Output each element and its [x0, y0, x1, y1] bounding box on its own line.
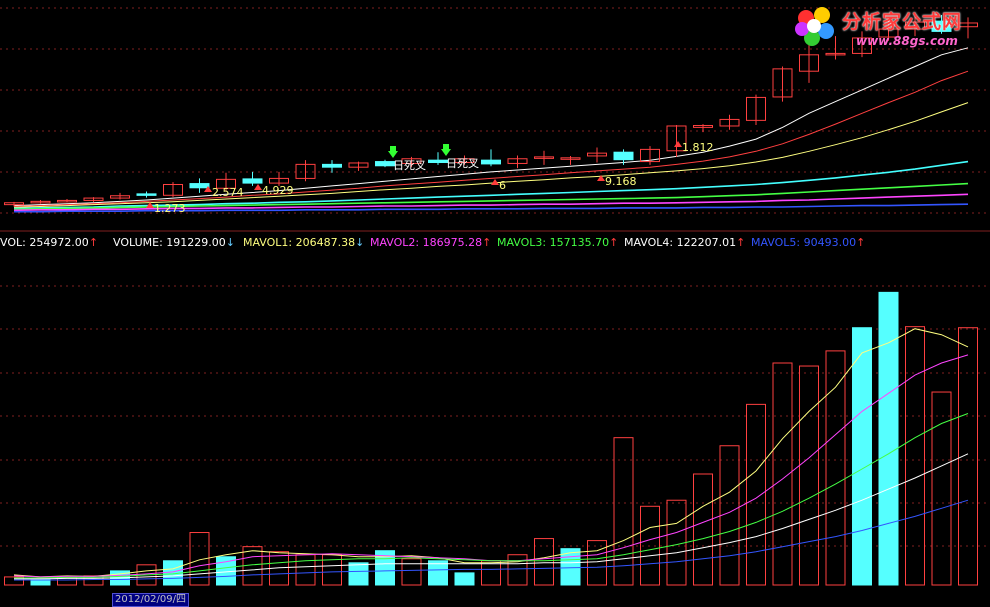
price-ma-lines — [13, 47, 969, 213]
chart-canvas: 1.273 2.574 4.929 1.812 9.168 6 日死叉 日死叉 — [0, 7, 990, 586]
volume-grid — [0, 285, 990, 547]
logo-title: 分析家公式网 — [842, 11, 963, 33]
volume-bar — [799, 365, 819, 586]
candle — [83, 197, 104, 202]
candle — [507, 155, 528, 169]
down-arrow-icon — [388, 151, 398, 158]
up-arrow-icon — [674, 141, 682, 147]
candle-body — [481, 159, 501, 165]
price-ma-line — [13, 70, 969, 207]
down-arrow-icon — [441, 149, 451, 156]
down-arrow-icon — [390, 146, 396, 151]
candle — [110, 192, 130, 200]
price-label: 1.812 — [682, 141, 714, 154]
down-arrow-icon: ↓ — [225, 236, 235, 249]
volume-bar — [401, 558, 422, 586]
legend-item-mavol3: MAVOL3: 157135.70↑ — [497, 236, 619, 249]
mavol-line — [14, 453, 969, 580]
candle — [348, 161, 369, 171]
volume-bar — [746, 403, 766, 586]
volume-bar — [852, 327, 872, 586]
volume-bar — [295, 554, 316, 586]
volume-bar — [905, 326, 925, 586]
price-label: 4.929 — [262, 184, 294, 197]
mavol-lines — [13, 328, 969, 581]
price-ma-line — [13, 47, 969, 207]
up-arrow-icon: ↑ — [609, 236, 619, 249]
candle — [136, 191, 157, 198]
flower-logo-icon — [795, 7, 834, 46]
legend-item-mavol2: MAVOL2: 186975.28↑ — [370, 236, 492, 249]
candle — [534, 150, 554, 165]
up-arrow-icon: ↑ — [856, 236, 866, 249]
cross-annotation: 日死叉 — [446, 157, 479, 170]
volume-bar — [878, 291, 899, 586]
volume-bar — [507, 554, 528, 586]
candle — [295, 160, 316, 182]
legend-item-volume: VOLUME: 191229.00↓ — [113, 236, 235, 249]
price-label: 1.273 — [154, 202, 186, 215]
candle-body — [136, 193, 157, 196]
price-label: 9.168 — [605, 175, 637, 188]
down-arrow-icon: ↓ — [355, 236, 365, 249]
volume-bar — [428, 560, 448, 586]
mavol-line — [13, 354, 969, 578]
site-logo: 分析家公式网 www.88gs.com — [790, 3, 980, 53]
volume-bar — [534, 538, 554, 586]
mavol-line — [14, 499, 969, 581]
candle-body — [322, 163, 342, 168]
candle — [163, 182, 183, 198]
volume-bar — [719, 445, 740, 586]
cross-annotation: 日死叉 — [393, 159, 426, 172]
up-arrow-icon — [254, 184, 262, 190]
candle — [30, 199, 51, 204]
volume-bar — [348, 562, 369, 586]
candle — [322, 160, 342, 173]
price-label: 6 — [499, 179, 506, 192]
mavol-line — [13, 328, 969, 578]
candle — [772, 66, 793, 102]
down-arrow-icon — [443, 144, 449, 149]
candle — [57, 199, 77, 203]
mavol-line — [14, 413, 969, 579]
legend-item-mavol1: MAVOL1: 206487.38↓ — [243, 236, 365, 249]
volume-bar — [587, 540, 607, 586]
up-arrow-icon — [491, 179, 499, 185]
date-label: 2012/02/09/四 — [112, 593, 190, 607]
candle — [560, 155, 581, 165]
candle — [640, 146, 660, 165]
logo-url: www.88gs.com — [856, 34, 958, 48]
candle-body — [242, 178, 263, 184]
legend-item-mavol4: MAVOL4: 122207.01↑ — [624, 236, 746, 249]
candle — [587, 147, 607, 163]
legend-item-mavol5: MAVOL5: 90493.00↑ — [751, 236, 866, 249]
price-label: 2.574 — [212, 186, 244, 199]
up-arrow-icon: ↑ — [482, 236, 492, 249]
candle-body — [613, 151, 634, 161]
candle — [746, 94, 766, 126]
candle — [375, 159, 395, 168]
candle — [719, 114, 740, 130]
volume-bar — [693, 473, 713, 586]
volume-bar — [454, 572, 475, 586]
up-arrow-icon: ↑ — [736, 236, 746, 249]
volume-bar — [481, 560, 501, 586]
up-arrow-icon: ↑ — [88, 236, 99, 249]
candle-body — [375, 161, 395, 167]
candle-body — [428, 159, 448, 163]
candle — [481, 149, 501, 167]
candle — [242, 171, 263, 186]
volume-bar — [825, 350, 846, 586]
legend-item-vol: VOL: 254972.00↑ — [0, 236, 99, 249]
candle-body — [189, 183, 210, 189]
